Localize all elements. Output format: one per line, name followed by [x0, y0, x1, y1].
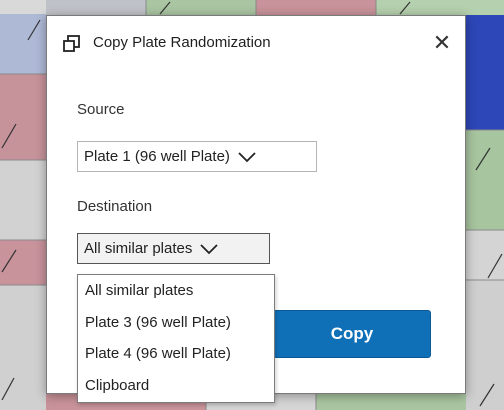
copy-icon: [63, 35, 80, 52]
close-button[interactable]: ✕: [429, 30, 455, 56]
source-select[interactable]: Plate 1 (96 well Plate): [77, 141, 317, 172]
source-select-value: Plate 1 (96 well Plate): [84, 148, 230, 165]
dropdown-option-all-similar-plates[interactable]: All similar plates: [78, 275, 274, 307]
chevron-down-icon: [200, 243, 219, 254]
source-label: Source: [77, 101, 125, 118]
copy-button-label: Copy: [330, 324, 374, 343]
destination-select[interactable]: All similar plates: [77, 233, 270, 264]
dropdown-option-clipboard[interactable]: Clipboard: [78, 370, 274, 402]
close-icon[interactable]: ✕: [433, 30, 451, 55]
destination-label: Destination: [77, 198, 153, 215]
dropdown-option-plate-3[interactable]: Plate 3 (96 well Plate): [78, 307, 274, 339]
destination-select-value: All similar plates: [84, 240, 193, 257]
destination-dropdown-list: All similar plates Plate 3 (96 well Plat…: [77, 274, 275, 403]
dropdown-option-plate-4[interactable]: Plate 4 (96 well Plate): [78, 338, 274, 370]
dialog-title: Copy Plate Randomization: [93, 34, 271, 51]
copy-button[interactable]: Copy: [273, 310, 431, 358]
chevron-down-icon: [238, 151, 256, 162]
